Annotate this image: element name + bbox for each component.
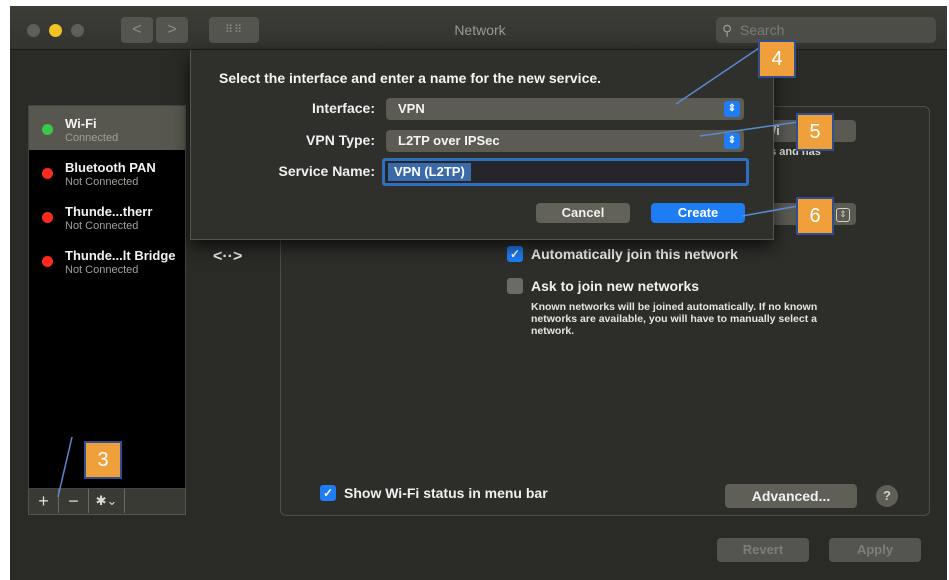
step-6-badge: 6 [796, 197, 834, 235]
step-4-arrow [675, 45, 763, 105]
step-5-arrow [699, 121, 799, 137]
step-3-badge: 3 [84, 441, 122, 479]
step-5-badge: 5 [796, 113, 834, 151]
annotation-arrows [57, 45, 799, 498]
step-3-arrow [57, 436, 73, 498]
step-4-badge: 4 [758, 40, 796, 78]
step-6-arrow [741, 205, 799, 217]
